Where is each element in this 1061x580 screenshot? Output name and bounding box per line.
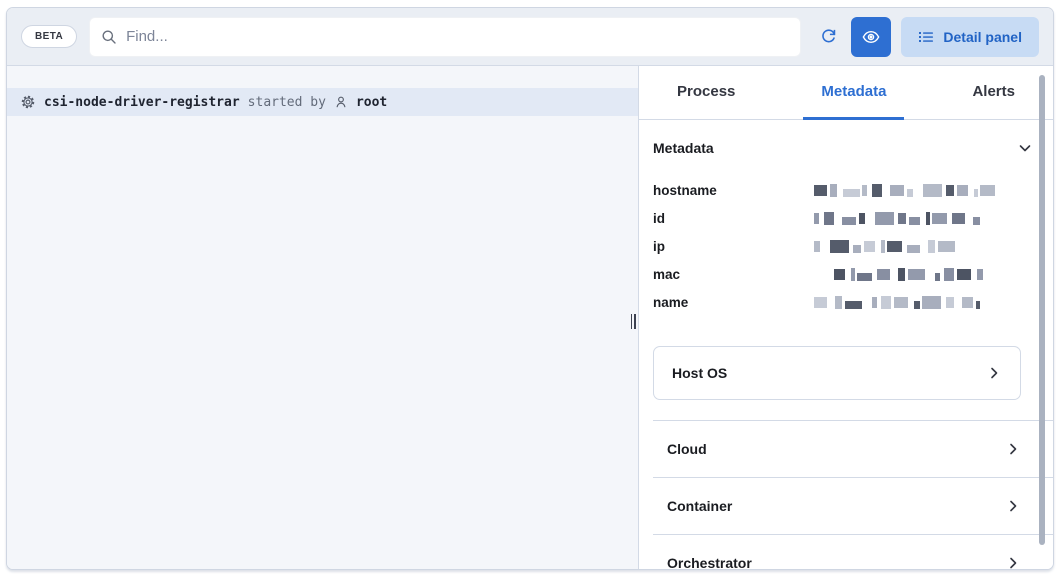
scrollbar-thumb[interactable] — [1039, 75, 1045, 545]
chevron-right-icon — [1005, 555, 1021, 569]
session-view-app: BETA — [0, 0, 1061, 580]
process-tree-row[interactable]: csi-node-driver-registrar started by roo… — [7, 88, 638, 116]
field-label: ip — [653, 239, 814, 254]
tab-metadata[interactable]: Metadata — [803, 66, 904, 120]
panel-resize-handle[interactable] — [629, 313, 637, 329]
process-tree-panel: csi-node-driver-registrar started by roo… — [7, 66, 639, 569]
search-input[interactable] — [126, 28, 789, 45]
eye-icon — [862, 28, 880, 46]
detail-tabs: Process Metadata Alerts — [639, 66, 1053, 120]
metadata-field-row: mac — [653, 260, 1021, 288]
tab-process[interactable]: Process — [659, 66, 753, 120]
field-label: hostname — [653, 183, 814, 198]
host-os-card[interactable]: Host OS — [653, 346, 1021, 400]
accordion-label: Cloud — [667, 441, 707, 457]
metadata-field-row: id — [653, 204, 1021, 232]
redacted-value — [814, 295, 1021, 309]
tab-alerts[interactable]: Alerts — [954, 66, 1033, 120]
chevron-right-icon — [1005, 441, 1021, 457]
redacted-value — [814, 239, 1021, 253]
toggle-visibility-button[interactable] — [851, 17, 891, 57]
started-by-text: started by — [248, 95, 326, 110]
metadata-field-row: name — [653, 288, 1021, 316]
field-label: id — [653, 211, 814, 226]
user-name: root — [356, 95, 387, 110]
detail-panel-button[interactable]: Detail panel — [901, 17, 1039, 57]
chevron-right-icon — [1005, 498, 1021, 514]
redacted-value — [814, 183, 1021, 197]
refresh-icon — [820, 28, 837, 45]
field-label: mac — [653, 267, 814, 282]
metadata-fields: hostname id ip mac — [653, 176, 1053, 316]
user-icon — [334, 95, 348, 109]
accordion-container[interactable]: Container — [653, 477, 1053, 534]
detail-panel: Process Metadata Alerts Metadata — [639, 66, 1053, 569]
metadata-accordions: Cloud Container — [653, 420, 1053, 569]
main-body: csi-node-driver-registrar started by roo… — [7, 66, 1053, 569]
toolbar: BETA — [7, 8, 1053, 66]
redacted-value — [814, 267, 1021, 281]
chevron-right-icon — [986, 365, 1002, 381]
accordion-label: Orchestrator — [667, 555, 752, 569]
metadata-field-row: ip — [653, 232, 1021, 260]
list-icon — [918, 29, 934, 45]
accordion-cloud[interactable]: Cloud — [653, 420, 1053, 477]
detail-panel-button-label: Detail panel — [943, 29, 1022, 45]
gear-icon — [20, 94, 36, 110]
field-label: name — [653, 295, 814, 310]
beta-badge: BETA — [21, 25, 77, 48]
metadata-field-row: hostname — [653, 176, 1021, 204]
host-os-label: Host OS — [672, 365, 727, 381]
accordion-label: Container — [667, 498, 732, 514]
chevron-down-icon — [1017, 140, 1033, 156]
accordion-orchestrator[interactable]: Orchestrator — [653, 534, 1053, 569]
redacted-value — [814, 211, 1021, 225]
metadata-tab-content: Metadata hostname id — [639, 120, 1053, 569]
process-name: csi-node-driver-registrar — [44, 95, 240, 110]
search-box[interactable] — [89, 17, 801, 57]
metadata-accordion-header[interactable]: Metadata — [653, 140, 1053, 156]
search-icon — [101, 29, 117, 45]
metadata-section-title: Metadata — [653, 140, 714, 156]
refresh-button[interactable] — [809, 17, 847, 57]
session-view-window: BETA — [6, 7, 1054, 570]
